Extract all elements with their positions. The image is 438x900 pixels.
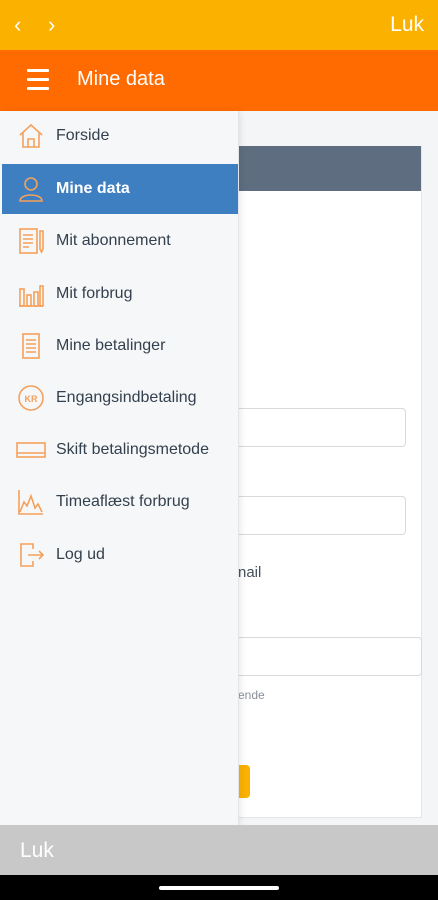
background-email-text: nail bbox=[238, 564, 262, 581]
drawer-item-mine-data[interactable]: Mine data bbox=[2, 164, 238, 214]
svg-text:KR: KR bbox=[25, 394, 38, 404]
drawer-item-label: Mit abonnement bbox=[56, 232, 171, 249]
kr-coin-icon: KR bbox=[16, 383, 46, 413]
home-icon bbox=[16, 121, 46, 151]
bar-chart-icon bbox=[16, 279, 46, 309]
page-title: Mine data bbox=[77, 68, 165, 90]
drawer-item-skift-betalingsmetode[interactable]: Skift betalingsmetode bbox=[2, 425, 238, 475]
drawer-item-label: Mit forbrug bbox=[56, 285, 133, 302]
drawer-item-mit-abonnement[interactable]: Mit abonnement bbox=[2, 216, 238, 266]
drawer-item-label: Log ud bbox=[56, 546, 105, 563]
drawer-item-mine-betalinger[interactable]: Mine betalinger bbox=[2, 321, 238, 371]
logout-icon bbox=[16, 540, 46, 570]
background-hint-text: ende bbox=[238, 688, 265, 702]
drawer-item-label: Mine betalinger bbox=[56, 337, 166, 354]
forward-arrow-icon[interactable]: › bbox=[48, 12, 55, 38]
close-button-top[interactable]: Luk bbox=[390, 13, 424, 37]
document-pen-icon bbox=[16, 226, 46, 256]
hamburger-menu-icon[interactable] bbox=[27, 69, 49, 91]
system-navigation-bar bbox=[0, 875, 438, 900]
drawer-item-label: Mine data bbox=[56, 180, 130, 197]
drawer-item-mit-forbrug[interactable]: Mit forbrug bbox=[2, 269, 238, 319]
background-input-1[interactable] bbox=[210, 408, 406, 447]
user-icon bbox=[16, 174, 46, 204]
line-chart-icon bbox=[16, 487, 46, 517]
drawer-item-label: Engangsindbetaling bbox=[56, 389, 197, 406]
browser-top-bar: ‹ › Luk bbox=[0, 0, 438, 50]
app-header: Mine data bbox=[0, 50, 438, 111]
back-arrow-icon[interactable]: ‹ bbox=[14, 12, 21, 38]
background-input-3[interactable] bbox=[210, 637, 422, 676]
close-button-bottom[interactable]: Luk bbox=[20, 839, 54, 863]
home-indicator[interactable] bbox=[159, 886, 279, 890]
drawer-item-timeaflaest-forbrug[interactable]: Timeaflæst forbrug bbox=[2, 477, 238, 527]
background-input-2[interactable] bbox=[210, 496, 406, 535]
receipt-icon bbox=[16, 331, 46, 361]
drawer-item-forside[interactable]: Forside bbox=[2, 111, 238, 161]
bottom-bar: Luk bbox=[0, 825, 438, 875]
drawer-item-label: Forside bbox=[56, 127, 110, 144]
drawer-item-engangsindbetaling[interactable]: KR Engangsindbetaling bbox=[2, 373, 238, 423]
card-icon bbox=[16, 435, 46, 465]
navigation-drawer: Forside Mine data Mit abonnement Mit for… bbox=[0, 111, 239, 825]
drawer-item-log-ud[interactable]: Log ud bbox=[2, 530, 238, 580]
drawer-item-label: Skift betalingsmetode bbox=[56, 441, 209, 458]
drawer-item-label: Timeaflæst forbrug bbox=[56, 493, 190, 510]
